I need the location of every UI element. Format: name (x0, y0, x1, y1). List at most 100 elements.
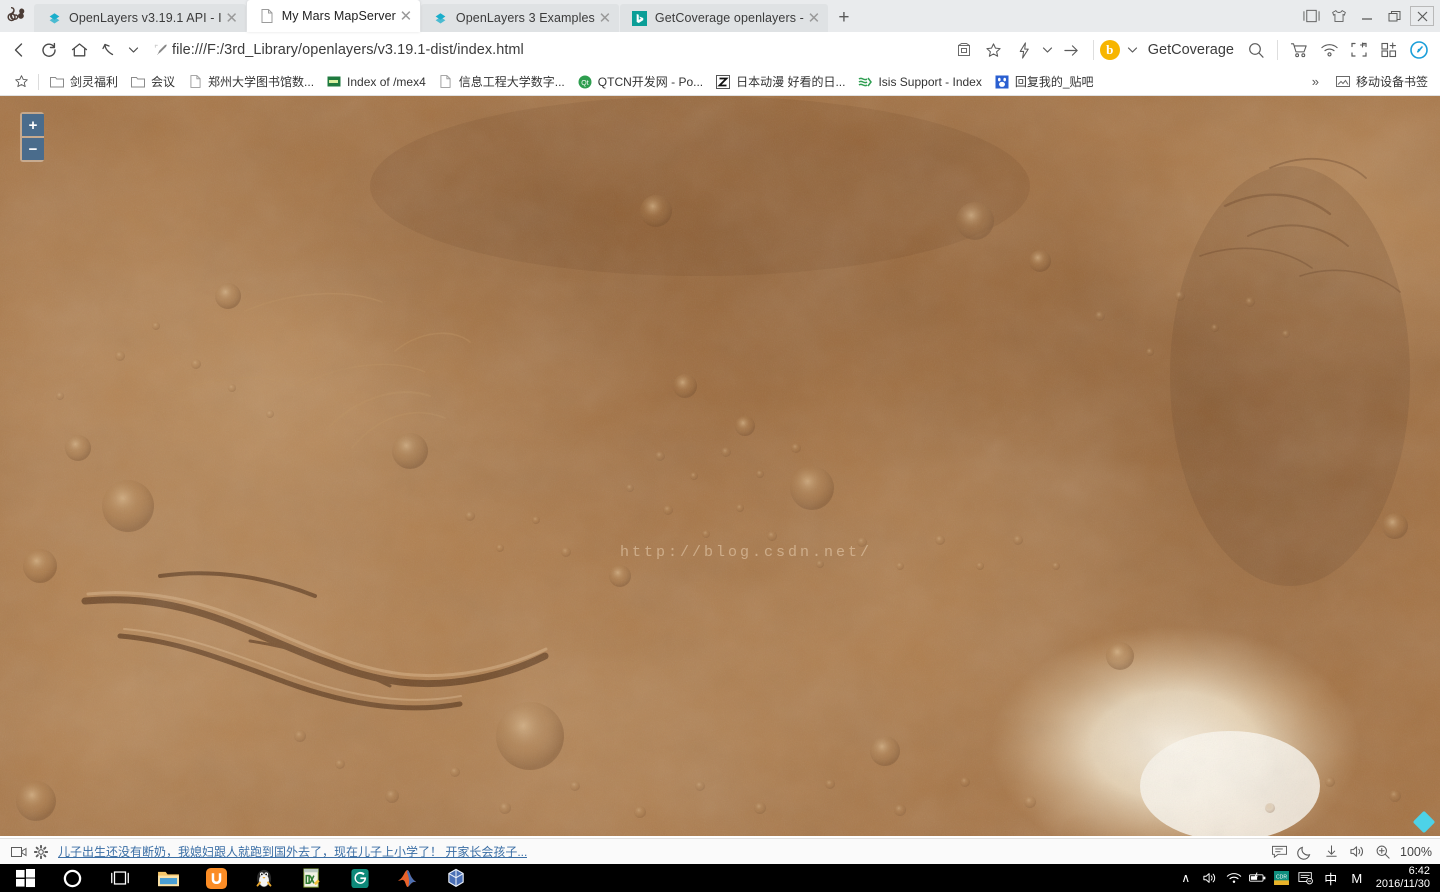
ime-language-indicator[interactable]: 中 (1318, 869, 1344, 888)
tab-title: My Mars MapServer (281, 9, 396, 23)
close-window-button[interactable] (1410, 6, 1434, 26)
zoom-out-button[interactable]: − (22, 138, 44, 160)
home-button[interactable] (64, 35, 94, 65)
magnifier-icon[interactable] (1241, 35, 1271, 65)
browser-window: OpenLayers v3.19.1 API - I ✕ My Mars Map… (0, 0, 1440, 892)
tab-my-mars-mapserver[interactable]: My Mars MapServer ✕ (246, 0, 420, 32)
page-document-icon (259, 8, 275, 24)
tab-openlayers-api[interactable]: OpenLayers v3.19.1 API - I ✕ (34, 4, 246, 32)
uc-browser-icon[interactable] (192, 864, 240, 892)
wifi-icon[interactable] (1314, 35, 1344, 65)
bookmark-item-isis-support[interactable]: Isis Support - Index (851, 71, 987, 93)
openlayers-diamond-icon (46, 10, 62, 26)
download-icon[interactable] (1320, 841, 1342, 863)
bookmark-label: Index of /mex4 (347, 74, 426, 89)
screenshot-icon[interactable] (1344, 35, 1374, 65)
bookmark-item-index-of-mex4[interactable]: Index of /mex4 (320, 71, 432, 93)
bookmark-item-baidu-tieba[interactable]: 回复我的_贴吧 (988, 71, 1100, 93)
bookmark-item-zhengzhou-library[interactable]: 郑州大学图书馆数... (181, 71, 320, 93)
tab-close-button[interactable]: ✕ (804, 8, 824, 28)
map-canvas[interactable]: + − http://blog.csdn.net/ (0, 96, 1440, 836)
bookmark-item-xinxi-university[interactable]: 信息工程大学数字... (432, 71, 571, 93)
svg-text:CDR: CDR (1276, 874, 1287, 880)
cortana-circle-icon[interactable] (48, 864, 96, 892)
action-center-icon[interactable] (1294, 864, 1318, 892)
reload-button[interactable] (34, 35, 64, 65)
history-dropdown-caret-icon[interactable] (124, 35, 142, 65)
bookmarks-overflow-button[interactable]: » (1308, 74, 1329, 89)
zoom-in-button[interactable]: + (22, 114, 44, 136)
bookmark-label: 郑州大学图书馆数... (208, 75, 315, 89)
go-arrow-icon[interactable] (1057, 35, 1087, 65)
task-view-icon[interactable] (96, 864, 144, 892)
tab-close-button[interactable]: ✕ (222, 8, 242, 28)
comment-icon[interactable] (1268, 841, 1290, 863)
new-tab-button[interactable]: + (829, 4, 859, 32)
tab-bar: OpenLayers v3.19.1 API - I ✕ My Mars Map… (0, 0, 1440, 32)
uc-squirrel-logo-icon[interactable] (0, 0, 34, 32)
toolbar-divider-2 (1277, 40, 1278, 60)
rocket-icon (150, 42, 172, 59)
ime-toolbar-icon[interactable]: M (1344, 871, 1370, 886)
magnifier-plus-icon[interactable] (1372, 841, 1394, 863)
bookmark-item-japan-anime[interactable]: 日本动漫 好看的日... (709, 71, 851, 93)
matlab-icon[interactable] (384, 864, 432, 892)
virtualbox-icon[interactable] (432, 864, 480, 892)
openlayers-diamond-icon (433, 10, 449, 26)
star-icon[interactable] (979, 35, 1009, 65)
video-camera-icon[interactable] (8, 841, 30, 863)
bookmark-label: Isis Support - Index (878, 74, 982, 89)
map-zoom-controls: + − (20, 112, 44, 162)
toolbar-divider (1092, 40, 1094, 60)
cart-icon[interactable] (1284, 35, 1314, 65)
bookmark-item-jianling[interactable]: 剑灵福利 (43, 71, 124, 93)
maximize-restore-button[interactable] (1382, 4, 1408, 28)
back-button[interactable] (4, 35, 34, 65)
search-engine-caret-icon[interactable] (1124, 35, 1142, 65)
tab-title: OpenLayers v3.19.1 API - I (69, 11, 222, 25)
save-page-icon[interactable] (949, 35, 979, 65)
bookmark-item-qtcn[interactable]: Qt QTCN开发网 - Po... (571, 71, 709, 93)
status-news-link[interactable]: 儿子出生还没有断奶，我媳妇跟人就跑到国外去了，现在儿子上小学了！ 开家长会孩子.… (58, 843, 527, 860)
bookmark-item-huiyi[interactable]: 会议 (124, 71, 181, 93)
sidebar-toggle-icon[interactable] (1298, 4, 1324, 28)
moon-icon[interactable] (1294, 841, 1316, 863)
zoom-level-label[interactable]: 100% (1398, 845, 1432, 859)
folder-icon (130, 74, 146, 90)
history-button[interactable] (94, 35, 124, 65)
bing-engine-icon[interactable]: b (1099, 40, 1120, 60)
tab-close-button[interactable]: ✕ (595, 8, 615, 28)
skin-theme-icon[interactable] (1326, 4, 1352, 28)
lightning-icon[interactable] (1009, 35, 1039, 65)
gom-player-icon[interactable] (336, 864, 384, 892)
minimize-button[interactable] (1354, 4, 1380, 28)
volume-icon[interactable] (1198, 864, 1222, 892)
taskbar-clock[interactable]: 6:42 2016/11/30 (1370, 865, 1438, 891)
bookmark-label: 信息工程大学数字... (458, 75, 565, 89)
chevron-down-icon[interactable] (1039, 35, 1057, 65)
notepadpp-icon[interactable] (288, 864, 336, 892)
speedometer-icon[interactable] (1404, 35, 1434, 65)
bookmark-star-icon[interactable] (8, 74, 34, 89)
apps-grid-icon[interactable] (1374, 35, 1404, 65)
start-button[interactable] (2, 864, 48, 892)
tab-close-button[interactable]: ✕ (396, 6, 416, 26)
address-bar[interactable]: file:///F:/3rd_Library/openlayers/v3.19.… (150, 37, 943, 63)
gear-icon[interactable] (30, 841, 52, 863)
tab-openlayers-examples[interactable]: OpenLayers 3 Examples ✕ (420, 4, 619, 32)
tray-expand-icon[interactable]: ∧ (1174, 864, 1198, 892)
cdr-icon[interactable]: CDR (1270, 864, 1294, 892)
wifi-icon[interactable] (1222, 864, 1246, 892)
bookmark-label: 回复我的_贴吧 (1014, 75, 1094, 89)
bookmark-item-mobile-bookmarks[interactable]: 移动设备书签 (1329, 71, 1434, 93)
address-bar-actions (949, 35, 1087, 65)
search-input[interactable]: GetCoverage (1144, 42, 1239, 58)
qq-penguin-icon[interactable] (240, 864, 288, 892)
search-box[interactable]: b GetCoverage (1099, 35, 1271, 65)
bookmarks-bar: 剑灵福利 会议 郑州大学图书馆数... Index of /mex4 信息工程大 (0, 68, 1440, 96)
speaker-icon[interactable] (1346, 841, 1368, 863)
tab-getcoverage-openlayers[interactable]: GetCoverage openlayers - ✕ (619, 4, 828, 32)
file-explorer-icon[interactable] (144, 864, 192, 892)
qt-green-icon: Qt (577, 74, 593, 90)
battery-charging-icon[interactable] (1246, 864, 1270, 892)
